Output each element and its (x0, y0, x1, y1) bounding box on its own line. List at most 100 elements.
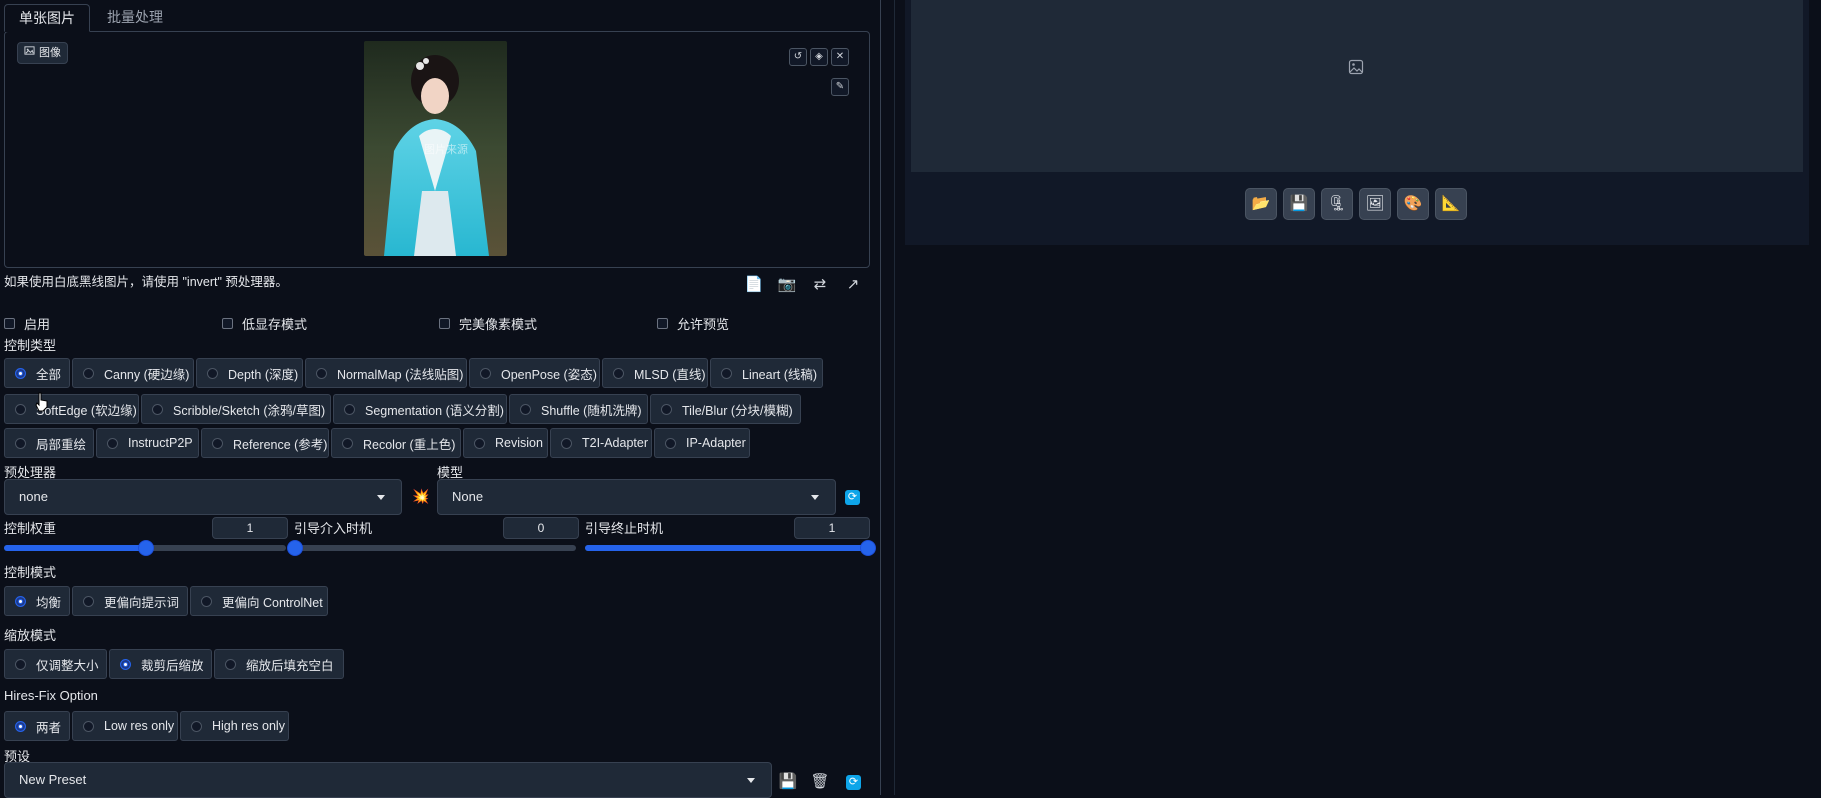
radio-label: 两者 (36, 720, 62, 735)
radio-label: InstructP2P (128, 436, 193, 450)
undo-icon[interactable]: ↺ (789, 48, 807, 66)
control-type-softedge[interactable]: SoftEdge (软边缘) (4, 394, 139, 424)
hires-fix-label: Hires-Fix Option (4, 688, 98, 703)
control-type-inpaint[interactable]: 局部重绘 (4, 428, 94, 458)
radio-label: IP-Adapter (686, 436, 746, 450)
radio-label: Scribble/Sketch (涂鸦/草图) (173, 403, 326, 418)
checkbox-box[interactable] (4, 318, 15, 329)
control-type-revision[interactable]: Revision (463, 428, 548, 458)
refresh-presets-icon[interactable]: ⟳ (846, 775, 861, 790)
control-type-recolor[interactable]: Recolor (重上色) (331, 428, 461, 458)
send-to-extras-icon[interactable]: 📐 (1435, 188, 1467, 220)
radio-label: OpenPose (姿态) (501, 367, 597, 382)
mouse-cursor-icon (34, 392, 50, 415)
image-icon (24, 43, 35, 63)
control-type-openpose[interactable]: OpenPose (姿态) (469, 358, 600, 388)
control-mode-controlnet[interactable]: 更偏向 ControlNet (190, 586, 328, 616)
send-dimensions-icon[interactable]: ↗ (842, 274, 864, 296)
swap-icon[interactable]: ⇄ (809, 274, 831, 296)
allow-preview-checkbox[interactable]: 允许预览 (657, 314, 729, 333)
hires-fix-both[interactable]: 两者 (4, 711, 70, 741)
document-icon[interactable]: 📄 (743, 274, 765, 296)
slider-thumb[interactable] (138, 540, 154, 556)
model-select[interactable]: None (437, 479, 836, 515)
control-type-ip-adapter[interactable]: IP-Adapter (654, 428, 750, 458)
control-type-all[interactable]: 全部 (4, 358, 70, 388)
refresh-models-icon[interactable]: ⟳ (845, 490, 860, 505)
column-divider (894, 0, 895, 795)
control-type-depth[interactable]: Depth (深度) (196, 358, 303, 388)
slider-thumb[interactable] (860, 540, 876, 556)
low-vram-checkbox[interactable]: 低显存模式 (222, 314, 307, 333)
radio-label: Reference (参考) (233, 437, 328, 452)
start-step-input[interactable]: 0 (503, 517, 579, 539)
radio-dot (721, 367, 732, 379)
chevron-down-icon (811, 495, 819, 500)
brush-icon[interactable]: ✎ (831, 78, 849, 96)
control-type-tile[interactable]: Tile/Blur (分块/模糊) (650, 394, 801, 424)
checkbox-box[interactable] (222, 318, 233, 329)
control-type-normalmap[interactable]: NormalMap (法线贴图) (305, 358, 467, 388)
resize-mode-crop[interactable]: 裁剪后缩放 (109, 649, 212, 679)
control-type-segmentation[interactable]: Segmentation (语义分割) (333, 394, 507, 424)
control-type-scribble[interactable]: Scribble/Sketch (涂鸦/草图) (141, 394, 331, 424)
control-type-reference[interactable]: Reference (参考) (201, 428, 329, 458)
save-icon[interactable]: 💾 (1283, 188, 1315, 220)
control-type-label: 控制类型 (4, 338, 57, 353)
image-placeholder-icon (1348, 59, 1364, 78)
control-mode-balanced[interactable]: 均衡 (4, 586, 70, 616)
camera-icon[interactable]: 📷 (776, 274, 798, 296)
radio-dot (613, 367, 624, 379)
start-step-label: 引导介入时机 (294, 521, 373, 536)
radio-dot (225, 658, 236, 670)
control-type-lineart[interactable]: Lineart (线稿) (710, 358, 823, 388)
control-weight-slider[interactable] (4, 540, 286, 556)
radio-label: 全部 (36, 367, 62, 382)
radio-dot (107, 437, 118, 449)
preset-select[interactable]: New Preset (4, 762, 772, 798)
resize-mode-fill[interactable]: 缩放后填充空白 (214, 649, 344, 679)
control-type-instructp2p[interactable]: InstructP2P (96, 428, 199, 458)
end-step-label: 引导终止时机 (585, 521, 664, 536)
open-folder-icon[interactable]: 📂 (1245, 188, 1277, 220)
preset-value: New Preset (19, 772, 87, 787)
output-image-area (911, 0, 1803, 172)
save-preset-icon[interactable]: 💾 (777, 771, 799, 793)
hires-fix-high-res[interactable]: High res only (180, 711, 289, 741)
control-type-t2i-adapter[interactable]: T2I-Adapter (550, 428, 652, 458)
send-to-inpaint-icon[interactable]: 🎨 (1397, 188, 1429, 220)
tab-single-image[interactable]: 单张图片 (4, 4, 90, 32)
control-weight-input[interactable]: 1 (212, 517, 288, 539)
send-to-img2img-icon[interactable]: 🖼 (1359, 188, 1391, 220)
radio-dot (15, 720, 26, 732)
radio-dot (83, 367, 94, 379)
hires-fix-low-res[interactable]: Low res only (72, 711, 178, 741)
checkbox-box[interactable] (657, 318, 668, 329)
image-label-text: 图像 (39, 47, 61, 59)
resize-mode-just-resize[interactable]: 仅调整大小 (4, 649, 107, 679)
control-type-shuffle[interactable]: Shuffle (随机洗牌) (509, 394, 648, 424)
close-icon[interactable]: ✕ (831, 48, 849, 66)
slider-thumb[interactable] (287, 540, 303, 556)
radio-label: MLSD (直线) (634, 367, 706, 382)
radio-label: Revision (495, 436, 543, 450)
run-preprocessor-icon[interactable]: 💥 (412, 488, 429, 505)
end-step-slider[interactable] (585, 540, 876, 556)
tab-batch[interactable]: 批量处理 (93, 4, 177, 30)
delete-preset-icon[interactable]: 🗑 (809, 771, 831, 793)
control-type-canny[interactable]: Canny (硬边缘) (72, 358, 194, 388)
control-type-mlsd[interactable]: MLSD (直线) (602, 358, 708, 388)
zip-icon[interactable]: 🗜 (1321, 188, 1353, 220)
radio-label: Recolor (重上色) (363, 437, 456, 452)
control-mode-prompt[interactable]: 更偏向提示词 (72, 586, 188, 616)
radio-label: SoftEdge (软边缘) (36, 403, 137, 418)
start-step-slider[interactable] (287, 540, 576, 556)
radio-dot (661, 403, 672, 415)
pixel-perfect-checkbox[interactable]: 完美像素模式 (439, 314, 537, 333)
preprocessor-select[interactable]: none (4, 479, 402, 515)
enable-checkbox[interactable]: 启用 (4, 314, 50, 333)
eraser-icon[interactable]: ◈ (810, 48, 828, 66)
end-step-input[interactable]: 1 (794, 517, 870, 539)
radio-dot (15, 367, 26, 379)
checkbox-box[interactable] (439, 318, 450, 329)
